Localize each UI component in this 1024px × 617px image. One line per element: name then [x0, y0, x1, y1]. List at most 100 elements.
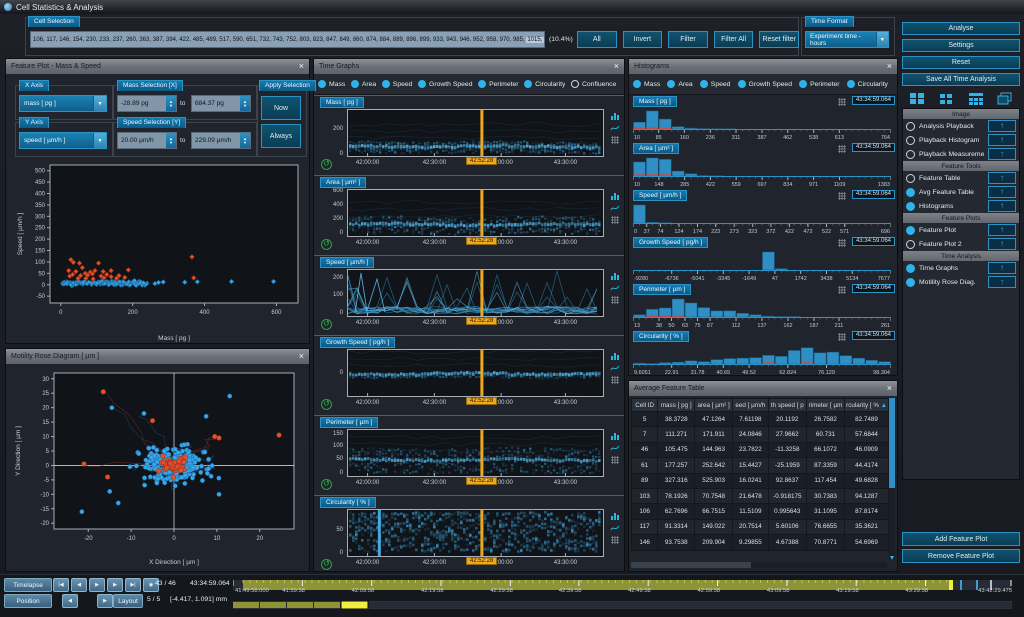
column-header-rimeter-m[interactable]: rimeter [ µm	[806, 399, 844, 412]
column-header-mass-pg[interactable]: mass [ pg ]	[658, 399, 695, 412]
speed-to-field[interactable]: 229.09 µm/h ▲▼	[191, 132, 251, 149]
toggle-circle-icon[interactable]	[906, 264, 915, 273]
reset-zoom-icon[interactable]: ↺	[321, 559, 332, 570]
graph-plot[interactable]	[347, 109, 604, 157]
histogram-plot[interactable]: 133850637587112137162187211261	[633, 297, 891, 329]
rose-plot[interactable]: 302520151050-5-10-15-20-20-1001020X Dire…	[12, 367, 306, 572]
table-row[interactable]: 61177.257252.64215.4427-25.195987.335944…	[632, 458, 889, 473]
close-icon[interactable]: ×	[887, 384, 892, 393]
chart-mode-icon[interactable]	[610, 111, 620, 121]
grid-icon[interactable]	[610, 295, 620, 305]
feature-scatter-plot[interactable]: 500450400350300250200150100500-500200400…	[14, 159, 306, 348]
layout-quad-icon[interactable]	[909, 92, 925, 105]
histogram-plot[interactable]: 1014828542255969783497111091383	[633, 156, 891, 188]
sidebar-item-time-graphs[interactable]: Time Graphs↑	[903, 261, 1019, 275]
histogram-plot[interactable]: -9280-6736-5041-3345-1649471742343851347…	[633, 250, 891, 282]
close-icon[interactable]: ×	[614, 62, 619, 71]
toolbar-button-all[interactable]: All	[577, 31, 617, 48]
histogram-plot[interactable]: 03774124174223273323372422472522571696	[633, 203, 891, 235]
sidebar-button-remove-feature-plot[interactable]: Remove Feature Plot	[902, 549, 1020, 563]
spinner-icon[interactable]: ▲▼	[240, 96, 250, 111]
scroll-down-icon[interactable]	[890, 556, 894, 560]
move-up-button[interactable]: ↑	[988, 134, 1016, 146]
grid-icon[interactable]	[610, 455, 620, 465]
curve-mode-icon[interactable]	[610, 523, 620, 533]
graph-plot[interactable]	[347, 349, 604, 397]
tg-tab-growth-speed[interactable]: Growth Speed	[418, 80, 476, 88]
hg-tab-perimeter[interactable]: Perimeter	[799, 80, 845, 88]
tg-tab-area[interactable]: Area	[351, 80, 380, 88]
curve-mode-icon[interactable]	[610, 123, 620, 133]
move-up-button[interactable]: ↑	[988, 172, 1016, 184]
table-row[interactable]: 10662.769666.751511.51090.99564331.10958…	[632, 504, 889, 519]
position-button[interactable]: Position	[4, 594, 52, 608]
x-axis-select[interactable]: mass [ pg ] ▼	[19, 95, 107, 112]
toggle-circle-icon[interactable]	[906, 150, 915, 159]
sidebar-button-add-feature-plot[interactable]: Add Feature Plot	[902, 532, 1020, 546]
spinner-icon[interactable]: ▲▼	[166, 133, 176, 148]
sidebar-item-histograms[interactable]: Histograms↑	[903, 199, 1019, 213]
sidebar-item-motility-rose-diag[interactable]: Motility Rose Diag.↑	[903, 275, 1019, 289]
sidebar-button-analyse[interactable]: Analyse	[902, 22, 1020, 35]
chart-mode-icon[interactable]	[610, 511, 620, 521]
grid-icon[interactable]	[837, 332, 847, 342]
graph-plot[interactable]	[347, 189, 604, 237]
timelapse-button[interactable]: Timelapse	[4, 578, 52, 592]
position-prev-button[interactable]: ◀	[62, 594, 78, 608]
sidebar-item-playback-measurement[interactable]: Playback Measurement↑	[903, 147, 1019, 161]
column-header-th-speed-p[interactable]: th speed [ p	[768, 399, 806, 412]
histogram-plot[interactable]: 9.605122.9131.7840.6549.5262.82476.12998…	[633, 344, 891, 376]
toggle-circle-icon[interactable]	[906, 122, 915, 131]
toolbar-button-invert[interactable]: Invert	[623, 31, 663, 48]
transport-next-button[interactable]: ▶	[107, 578, 123, 592]
toggle-circle-icon[interactable]	[906, 174, 915, 183]
table-row[interactable]: 89327.316525.90316.024192.8637117.45449.…	[632, 473, 889, 488]
chart-mode-icon[interactable]	[610, 351, 620, 361]
sidebar-item-feature-plot[interactable]: Feature Plot↑	[903, 223, 1019, 237]
tg-tab-mass[interactable]: Mass	[318, 80, 349, 88]
reset-zoom-icon[interactable]: ↺	[321, 239, 332, 250]
graph-plot[interactable]	[347, 429, 604, 477]
reset-zoom-icon[interactable]: ↺	[321, 159, 332, 170]
move-up-button[interactable]: ↑	[988, 120, 1016, 132]
sidebar-item-avg-feature-table[interactable]: Avg Feature Table↑	[903, 185, 1019, 199]
close-icon[interactable]: ×	[299, 62, 304, 71]
y-axis-select[interactable]: speed [ µm/h ] ▼	[19, 132, 107, 149]
grid-icon[interactable]	[610, 375, 620, 385]
chart-mode-icon[interactable]	[610, 191, 620, 201]
curve-mode-icon[interactable]	[610, 283, 620, 293]
time-format-select[interactable]: Experiment time - hours ▼	[805, 31, 889, 48]
column-header-eed-m-h[interactable]: eed [ µm/h	[733, 399, 769, 412]
sidebar-button-settings[interactable]: Settings	[902, 39, 1020, 52]
apply-now-button[interactable]: Now	[261, 96, 301, 120]
reset-zoom-icon[interactable]: ↺	[321, 399, 332, 410]
graph-plot[interactable]	[347, 509, 604, 557]
sidebar-item-feature-table[interactable]: Feature Table↑	[903, 171, 1019, 185]
grid-icon[interactable]	[610, 535, 620, 545]
cell-selection-input[interactable]: 106, 117, 146, 154, 230, 233, 237, 260, …	[30, 31, 545, 48]
hg-tab-speed[interactable]: Speed	[700, 80, 736, 88]
sidebar-button-reset[interactable]: Reset	[902, 56, 1020, 69]
tg-tab-circularity[interactable]: Circularity	[524, 80, 569, 88]
move-up-button[interactable]: ↑	[988, 186, 1016, 198]
move-up-button[interactable]: ↑	[988, 276, 1016, 288]
table-row[interactable]: 7111.271171.91124.084627.966260.73157.68…	[632, 427, 889, 442]
sidebar-item-feature-plot-2[interactable]: Feature Plot 2↑	[903, 237, 1019, 251]
mass-to-field[interactable]: 684.37 pg ▲▼	[191, 95, 251, 112]
chart-mode-icon[interactable]	[610, 431, 620, 441]
hg-tab-mass[interactable]: Mass	[633, 80, 665, 88]
grid-icon[interactable]	[837, 97, 847, 107]
column-header-cell-id[interactable]: Cell ID	[632, 399, 658, 412]
hg-tab-area[interactable]: Area	[667, 80, 697, 88]
column-header-rcularity[interactable]: rcularity [ % ▲	[845, 399, 889, 412]
toggle-circle-icon[interactable]	[906, 136, 915, 145]
close-icon[interactable]: ×	[299, 352, 304, 361]
grid-icon[interactable]	[837, 144, 847, 154]
spinner-icon[interactable]: ▲▼	[240, 133, 250, 148]
grid-icon[interactable]	[610, 215, 620, 225]
column-header-area-m[interactable]: area [ µm² ]	[695, 399, 733, 412]
table-hscrollbar[interactable]	[631, 562, 887, 568]
chart-mode-icon[interactable]	[610, 271, 620, 281]
sidebar-item-playback-histogram[interactable]: Playback Histogram↑	[903, 133, 1019, 147]
toggle-circle-icon[interactable]	[906, 240, 915, 249]
